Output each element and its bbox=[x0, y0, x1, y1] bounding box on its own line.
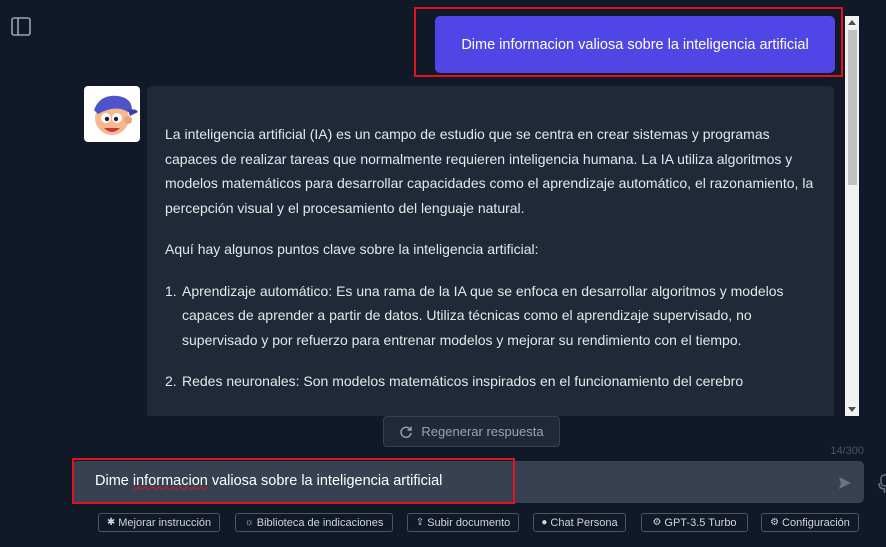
microphone-icon[interactable] bbox=[878, 474, 886, 494]
assistant-lead: Aquí hay algunos puntos clave sobre la i… bbox=[165, 241, 539, 257]
list-item-text: Redes neuronales: Son modelos matemático… bbox=[182, 373, 744, 389]
chat-scrollbar[interactable] bbox=[845, 16, 859, 416]
char-counter: 14/300 bbox=[830, 445, 864, 457]
chat-input-value[interactable]: Dime informacion valiosa sobre la inteli… bbox=[95, 473, 442, 489]
key-points-list: 1. Aprendizaje automático: Es una rama d… bbox=[165, 279, 816, 394]
settings-button[interactable]: ⚙ Configuración bbox=[761, 513, 859, 532]
user-message: Dime informacion valiosa sobre la inteli… bbox=[435, 16, 835, 73]
list-item-number: 1. bbox=[165, 282, 177, 299]
chat-persona-button[interactable]: ● Chat Persona bbox=[533, 513, 626, 532]
model-selector-button[interactable]: ⚙ GPT-3.5 Turbo bbox=[641, 513, 748, 532]
assistant-intro: La inteligencia artificial (IA) es un ca… bbox=[165, 126, 814, 216]
list-item-number: 2. bbox=[165, 373, 177, 389]
user-icon: ● bbox=[541, 517, 548, 528]
scroll-thumb[interactable] bbox=[848, 30, 857, 185]
upload-document-button[interactable]: ⇪ Subir documento bbox=[407, 513, 519, 532]
sidebar-toggle-icon[interactable] bbox=[11, 17, 31, 36]
assistant-message: La inteligencia artificial (IA) es un ca… bbox=[147, 86, 834, 416]
upload-icon: ⇪ bbox=[415, 517, 425, 528]
assistant-avatar bbox=[84, 86, 140, 142]
sun-icon: ☼ bbox=[244, 517, 254, 528]
list-item: 1. Aprendizaje automático: Es una rama d… bbox=[165, 279, 816, 353]
improve-instruction-button[interactable]: ✱ Mejorar instrucción bbox=[98, 513, 220, 532]
sparkle-icon: ✱ bbox=[106, 517, 116, 528]
regenerate-label: Regenerar respuesta bbox=[421, 424, 544, 439]
send-icon[interactable] bbox=[838, 476, 852, 490]
list-item-text: Aprendizaje automático: Es una rama de l… bbox=[182, 282, 784, 348]
refresh-icon bbox=[400, 426, 413, 438]
cartoon-avatar-icon bbox=[94, 95, 138, 135]
regenerate-button[interactable]: Regenerar respuesta bbox=[383, 416, 560, 447]
list-item: 2. Redes neuronales: Son modelos matemát… bbox=[165, 369, 816, 394]
gear-icon: ⚙ bbox=[770, 517, 780, 528]
prompt-library-button[interactable]: ☼ Biblioteca de indicaciones bbox=[235, 513, 393, 532]
scroll-up-icon[interactable] bbox=[848, 20, 856, 25]
scroll-down-icon[interactable] bbox=[848, 407, 856, 412]
openai-icon: ⚙ bbox=[652, 517, 662, 528]
